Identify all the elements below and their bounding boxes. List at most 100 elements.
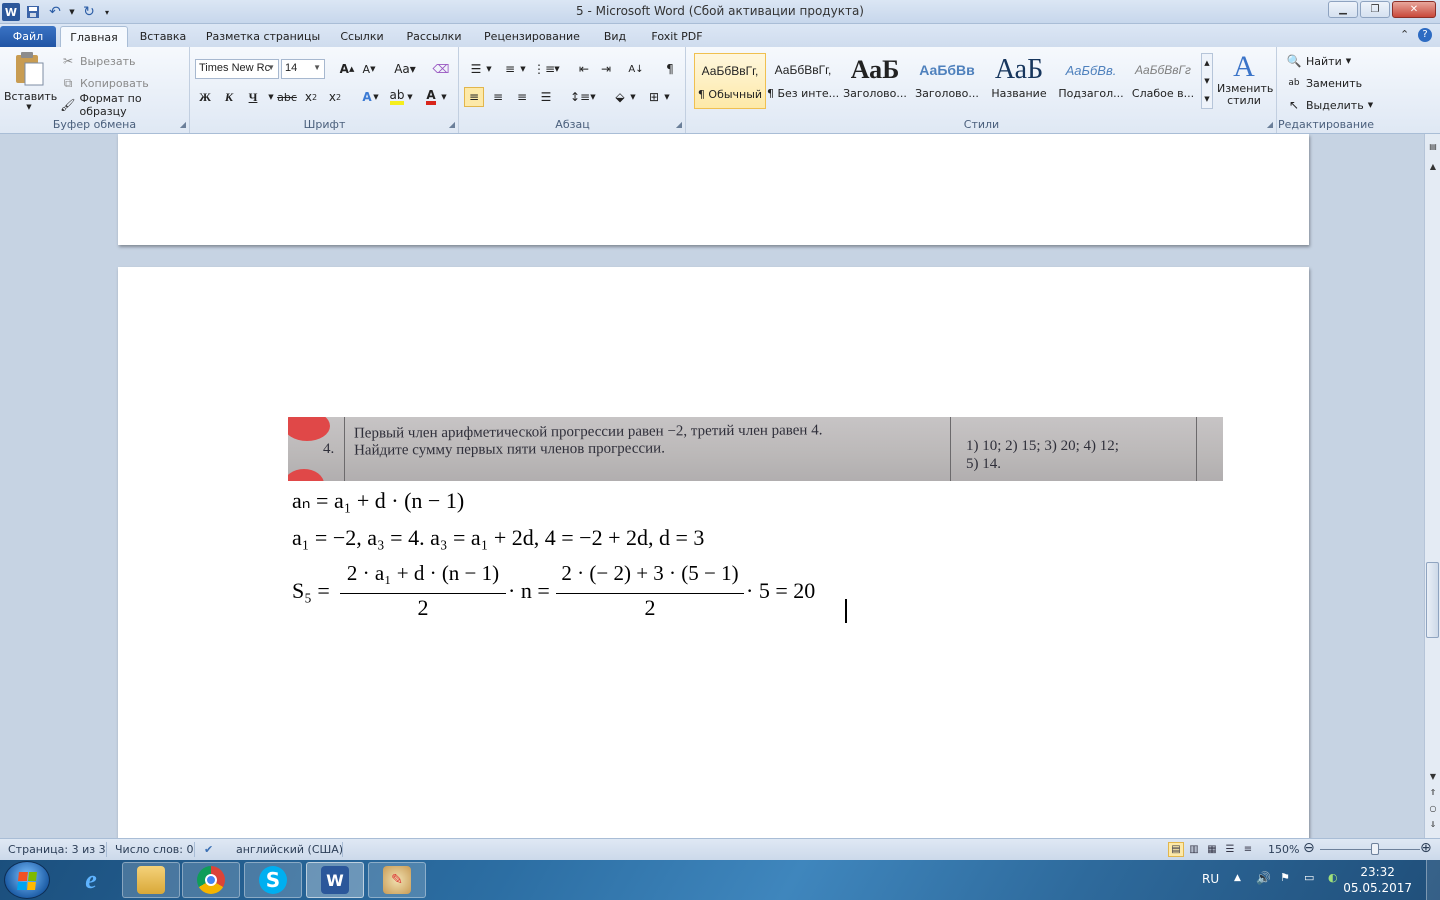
draft-view-icon[interactable]: ≡ — [1240, 842, 1256, 857]
word-count[interactable]: Число слов: 0 — [115, 843, 194, 856]
font-name-select[interactable]: Times New Rc ▼ — [195, 59, 279, 79]
strikethrough-icon[interactable]: abc — [277, 87, 297, 107]
zoom-out-icon[interactable]: ⊖ — [1303, 840, 1315, 856]
decrease-indent-icon[interactable]: ⇤ — [574, 59, 594, 79]
align-left-icon[interactable]: ≡ — [464, 87, 484, 107]
replace-button[interactable]: ab Заменить — [1286, 73, 1362, 93]
next-page-icon[interactable]: ⇓ — [1427, 820, 1439, 829]
paint-icon[interactable]: ✎ — [368, 862, 426, 898]
font-launcher-icon[interactable]: ◢ — [449, 120, 455, 129]
highlight-icon[interactable]: ab — [387, 87, 407, 107]
tab-mailings[interactable]: Рассылки — [400, 26, 468, 47]
style-subtle-emphasis[interactable]: АаБбВвГг Слабое в... — [1127, 53, 1199, 109]
grow-font-icon[interactable]: A ▲ — [337, 59, 357, 79]
show-desktop-button[interactable] — [1426, 860, 1440, 900]
web-layout-icon[interactable]: ▦ — [1204, 842, 1220, 857]
browse-object-icon[interactable]: ○ — [1427, 804, 1439, 813]
outline-view-icon[interactable]: ☰ — [1222, 842, 1238, 857]
start-button[interactable] — [4, 861, 50, 899]
clear-formatting-icon[interactable]: ⌫ — [431, 59, 451, 79]
ie-icon[interactable]: e — [62, 862, 120, 898]
equation-formula[interactable]: aₙ = a₁ + d · (n − 1) — [292, 488, 464, 514]
zoom-slider-track[interactable] — [1320, 849, 1420, 850]
page-count[interactable]: Страница: 3 из 3 — [8, 843, 106, 856]
full-screen-reading-icon[interactable]: ▥ — [1186, 842, 1202, 857]
tab-page-layout[interactable]: Разметка страницы — [200, 26, 326, 47]
volume-icon[interactable]: 🔊 — [1256, 871, 1271, 900]
shading-dropdown-icon[interactable]: ▼ — [628, 87, 638, 107]
print-layout-view-icon[interactable]: ▤ — [1168, 842, 1184, 857]
copy-button[interactable]: ⧉ Копировать — [60, 73, 149, 93]
tab-view[interactable]: Вид — [596, 26, 634, 47]
superscript-icon[interactable]: x2 — [325, 87, 345, 107]
bullets-icon[interactable]: ☰ — [466, 59, 486, 79]
style-heading-2[interactable]: АаБбВв Заголово... — [911, 53, 983, 109]
font-color-dropdown-icon[interactable]: ▼ — [439, 87, 449, 107]
ruler-toggle-icon[interactable]: ▤ — [1427, 142, 1439, 151]
shading-icon[interactable]: ⬙ — [610, 87, 630, 107]
style-heading-1[interactable]: АаБ Заголово... — [839, 53, 911, 109]
bullets-dropdown-icon[interactable]: ▼ — [484, 59, 494, 79]
problem-photo[interactable]: 4. Первый член арифметической прогрессии… — [288, 417, 1223, 481]
clock[interactable]: 23:32 05.05.2017 — [1343, 864, 1412, 896]
change-styles-button[interactable]: A Изменить стили — [1217, 51, 1273, 115]
styles-scroll[interactable]: ▲ ▼ ▼ — [1201, 53, 1213, 109]
font-size-select[interactable]: 14 ▼ — [281, 59, 325, 79]
tab-insert[interactable]: Вставка — [134, 26, 192, 47]
line-spacing-icon[interactable]: ↕≡ — [570, 87, 590, 107]
network-icon[interactable]: ▭ — [1304, 871, 1314, 900]
select-button[interactable]: ↖ Выделить ▼ — [1286, 95, 1373, 115]
bold-icon[interactable]: Ж — [195, 87, 215, 107]
word-icon[interactable]: W — [306, 862, 364, 898]
numbering-dropdown-icon[interactable]: ▼ — [518, 59, 528, 79]
multilevel-list-icon[interactable]: ⋮≡ — [533, 59, 555, 79]
italic-icon[interactable]: К — [219, 87, 239, 107]
text-effects-dropdown-icon[interactable]: ▼ — [371, 87, 381, 107]
scroll-thumb[interactable] — [1426, 562, 1439, 638]
skype-icon[interactable]: S — [244, 862, 302, 898]
align-center-icon[interactable]: ≡ — [488, 87, 508, 107]
cut-button[interactable]: ✂ Вырезать — [60, 51, 136, 71]
zoom-level[interactable]: 150% — [1268, 843, 1299, 856]
tab-review[interactable]: Рецензирование — [478, 26, 586, 47]
flag-icon[interactable]: ⚑ — [1280, 871, 1290, 900]
page-previous[interactable] — [118, 134, 1309, 245]
styles-launcher-icon[interactable]: ◢ — [1267, 120, 1273, 129]
tab-references[interactable]: Ссылки — [334, 26, 390, 47]
show-formatting-icon[interactable]: ¶ — [660, 59, 680, 79]
equation-given[interactable]: a₁ = −2, a₃ = 4. a₃ = a₁ + 2d, 4 = −2 + … — [292, 525, 704, 551]
shrink-font-icon[interactable]: A ▼ — [359, 59, 379, 79]
proofing-icon[interactable]: ✔ — [204, 843, 213, 856]
find-button[interactable]: 🔍 Найти ▼ — [1286, 51, 1352, 71]
help-icon[interactable]: ? — [1418, 28, 1432, 42]
tray-expand-icon[interactable]: ▲ — [1234, 873, 1241, 900]
numbering-icon[interactable]: ≡ — [500, 59, 520, 79]
increase-indent-icon[interactable]: ⇥ — [596, 59, 616, 79]
change-case-icon[interactable]: Aa▾ — [391, 59, 419, 79]
subscript-icon[interactable]: x2 — [301, 87, 321, 107]
style-subtitle[interactable]: АаБбВв. Подзагол... — [1055, 53, 1127, 109]
previous-page-icon[interactable]: ⇑ — [1427, 788, 1439, 797]
multilevel-dropdown-icon[interactable]: ▼ — [552, 59, 562, 79]
close-button[interactable]: ✕ — [1392, 1, 1436, 18]
explorer-icon[interactable] — [122, 862, 180, 898]
language-indicator[interactable]: английский (США) — [236, 843, 343, 856]
tab-home[interactable]: Главная — [60, 26, 128, 47]
page-current[interactable]: 4. Первый член арифметической прогрессии… — [118, 267, 1309, 838]
clipboard-launcher-icon[interactable]: ◢ — [180, 120, 186, 129]
scroll-down-icon[interactable]: ▼ — [1427, 772, 1439, 781]
line-spacing-dropdown-icon[interactable]: ▼ — [588, 87, 598, 107]
language-bar[interactable]: RU — [1202, 872, 1219, 900]
style-normal[interactable]: АаБбВвГг, ¶ Обычный — [694, 53, 766, 109]
zoom-slider-thumb[interactable] — [1371, 843, 1379, 855]
format-painter-button[interactable]: 🖌 Формат по образцу — [60, 92, 189, 118]
chrome-icon[interactable] — [182, 862, 240, 898]
style-title[interactable]: АаБ Название — [983, 53, 1055, 109]
tab-foxit-pdf[interactable]: Foxit PDF — [644, 26, 710, 47]
maximize-button[interactable]: ❐ — [1360, 1, 1390, 18]
borders-dropdown-icon[interactable]: ▼ — [662, 87, 672, 107]
align-right-icon[interactable]: ≡ — [512, 87, 532, 107]
borders-icon[interactable]: ⊞ — [644, 87, 664, 107]
paragraph-launcher-icon[interactable]: ◢ — [676, 120, 682, 129]
highlight-dropdown-icon[interactable]: ▼ — [405, 87, 415, 107]
